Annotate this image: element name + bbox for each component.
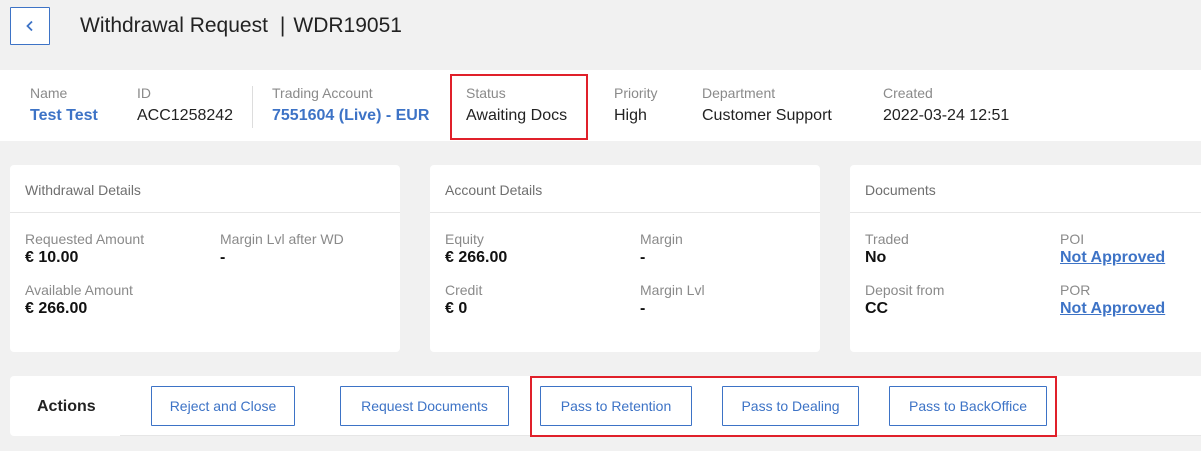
poi-field: POI Not Approved (1060, 231, 1165, 267)
title-separator: | (279, 14, 286, 37)
priority-value: High (614, 107, 647, 124)
field-label: POI (1060, 231, 1085, 247)
poi-status-link[interactable]: Not Approved (1060, 249, 1165, 267)
info-department: Department Customer Support (702, 85, 832, 125)
info-priority: Priority High (614, 85, 658, 125)
info-created: Created 2022-03-24 12:51 (883, 85, 1009, 125)
deposit-from-field: Deposit from CC (865, 282, 944, 318)
info-label: ID (137, 85, 151, 101)
withdrawal-details-card: Withdrawal Details Requested Amount € 10… (10, 165, 400, 352)
field-value: € 10.00 (25, 249, 79, 266)
field-label: Traded (865, 231, 909, 247)
actions-divider (120, 435, 1201, 436)
info-id: ID ACC1258242 (137, 85, 233, 125)
info-divider (252, 86, 253, 128)
page-header: Withdrawal Request | WDR19051 (0, 0, 1201, 70)
info-label: Created (883, 85, 933, 101)
field-label: Margin Lvl after WD (220, 231, 344, 247)
info-label: Trading Account (272, 85, 373, 101)
request-info-bar: Name Test Test ID ACC1258242 Trading Acc… (0, 70, 1201, 141)
margin-after-wd-field: Margin Lvl after WD - (220, 231, 344, 267)
info-status: Status Awaiting Docs (466, 85, 567, 125)
credit-field: Credit € 0 (445, 282, 482, 318)
field-value: No (865, 249, 887, 266)
info-label: Name (30, 85, 68, 101)
info-label: Status (466, 85, 506, 101)
field-label: Equity (445, 231, 484, 247)
created-value: 2022-03-24 12:51 (883, 107, 1010, 124)
field-value: - (640, 300, 646, 317)
field-label: POR (1060, 282, 1091, 298)
field-label: Available Amount (25, 282, 133, 298)
chevron-left-icon (26, 20, 33, 32)
margin-field: Margin - (640, 231, 683, 267)
withdrawal-request-page: Withdrawal Request | WDR19051 Name Test Te… (0, 0, 1201, 451)
card-title: Account Details (430, 165, 820, 213)
department-value: Customer Support (702, 107, 832, 124)
equity-field: Equity € 266.00 (445, 231, 507, 267)
available-amount-field: Available Amount € 266.00 (25, 282, 133, 318)
actions-bar: Actions Reject and Close Request Documen… (10, 376, 1201, 436)
field-value: € 0 (445, 300, 468, 317)
field-value: CC (865, 300, 889, 317)
traded-field: Traded No (865, 231, 909, 267)
status-value: Awaiting Docs (466, 107, 568, 124)
card-title: Documents (850, 165, 1201, 213)
back-button[interactable] (10, 7, 50, 45)
field-label: Requested Amount (25, 231, 145, 247)
field-value: € 266.00 (25, 300, 88, 317)
documents-card: Documents Traded No POI Not Approved Dep… (850, 165, 1201, 352)
field-value: € 266.00 (445, 249, 508, 266)
page-title: Withdrawal Request | WDR19051 (80, 14, 402, 38)
pass-to-backoffice-button[interactable]: Pass to BackOffice (889, 386, 1047, 426)
reject-and-close-button[interactable]: Reject and Close (151, 386, 295, 426)
por-status-link[interactable]: Not Approved (1060, 300, 1165, 318)
page-title-text: Withdrawal Request (80, 14, 268, 37)
pass-to-retention-button[interactable]: Pass to Retention (540, 386, 692, 426)
actions-label: Actions (37, 398, 96, 415)
pass-to-dealing-button[interactable]: Pass to Dealing (722, 386, 859, 426)
trading-account-link[interactable]: 7551604 (Live) - EUR (272, 107, 429, 125)
info-name: Name Test Test (30, 85, 98, 125)
request-id: WDR19051 (293, 14, 402, 37)
card-title: Withdrawal Details (10, 165, 400, 213)
account-details-card: Account Details Equity € 266.00 Margin -… (430, 165, 820, 352)
field-label: Deposit from (865, 282, 945, 298)
field-label: Credit (445, 282, 483, 298)
info-label: Priority (614, 85, 658, 101)
por-field: POR Not Approved (1060, 282, 1165, 318)
margin-lvl-field: Margin Lvl - (640, 282, 705, 318)
field-value: - (640, 249, 646, 266)
account-id: ACC1258242 (137, 107, 234, 124)
field-value: - (220, 249, 226, 266)
requested-amount-field: Requested Amount € 10.00 (25, 231, 144, 267)
info-trading-account: Trading Account 7551604 (Live) - EUR (272, 85, 429, 125)
request-documents-button[interactable]: Request Documents (340, 386, 509, 426)
field-label: Margin Lvl (640, 282, 705, 298)
client-name-link[interactable]: Test Test (30, 107, 98, 125)
field-label: Margin (640, 231, 683, 247)
info-label: Department (702, 85, 776, 101)
